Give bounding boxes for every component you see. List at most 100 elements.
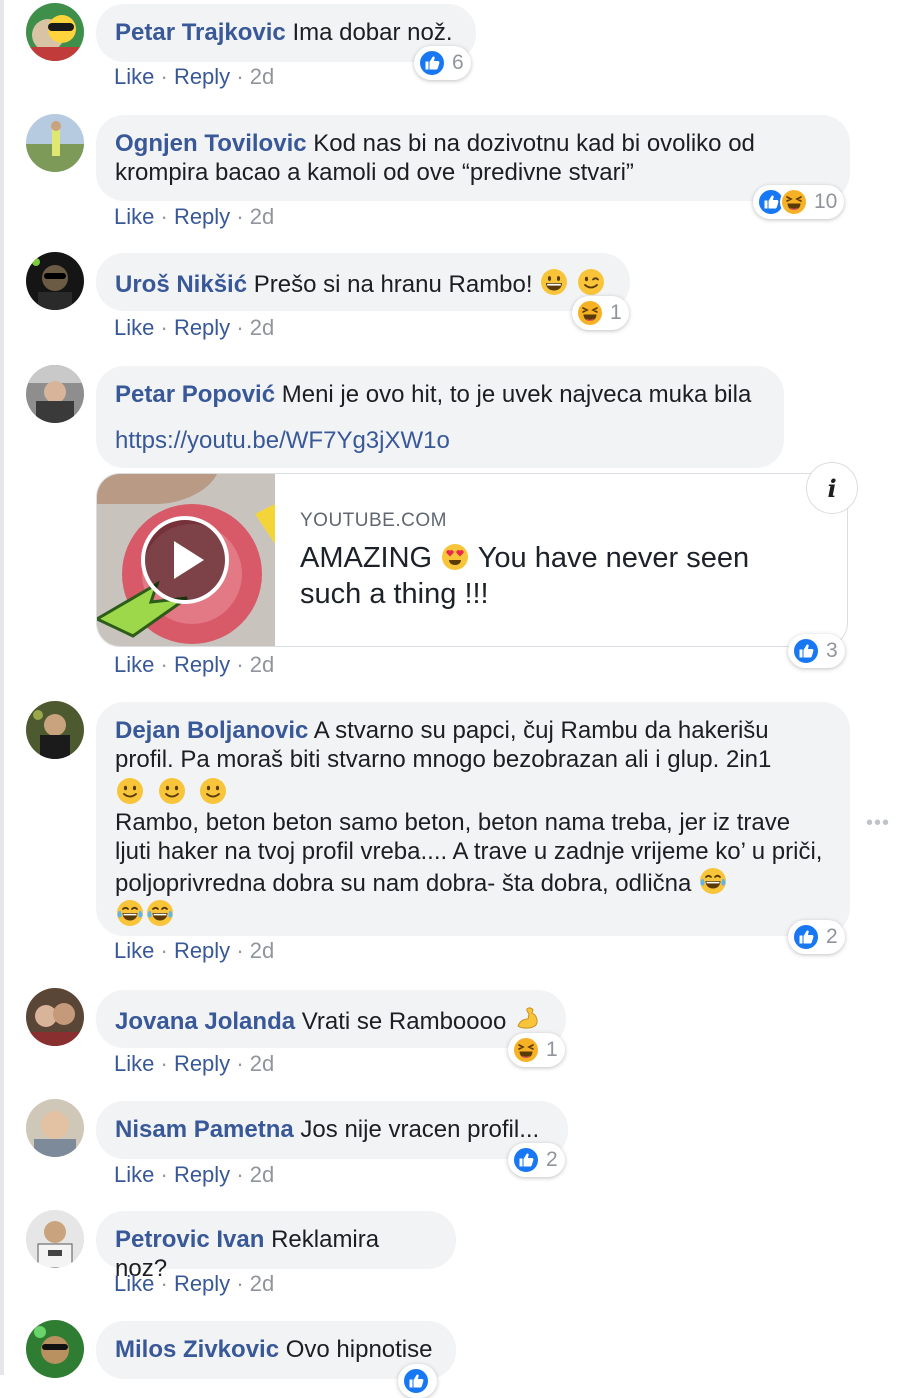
comment-bubble: Jovana Jolanda Vrati se Ramboooo	[96, 990, 566, 1048]
reply-link[interactable]: Reply	[174, 1271, 230, 1296]
left-border	[0, 0, 4, 1375]
like-link[interactable]: Like	[114, 1051, 154, 1076]
comment-author[interactable]: Petar Popović	[115, 381, 275, 408]
separator-dot: ·	[160, 1051, 168, 1076]
separator-dot: ·	[236, 938, 244, 963]
reaction-count: 1	[610, 301, 622, 324]
like-link[interactable]: Like	[114, 315, 154, 340]
comment-text: Ovo hipnotise	[285, 1336, 433, 1363]
reaction-count: 2	[826, 925, 838, 948]
comment-author[interactable]: Jovana Jolanda	[115, 1008, 295, 1035]
preview-title[interactable]: AMAZING You have never seen such a thing…	[300, 540, 800, 612]
comment-text: Vrati se Ramboooo	[301, 1008, 507, 1035]
comment-text: Meni je ovo hit, to je uvek najveca muka…	[281, 381, 752, 408]
avatar-dejan-boljanovic[interactable]	[26, 701, 84, 759]
avatar-petar-popovic[interactable]	[26, 365, 84, 423]
reaction-summary[interactable]: 3	[788, 634, 845, 668]
reply-link[interactable]: Reply	[174, 652, 230, 677]
timestamp[interactable]: 2d	[250, 938, 274, 963]
comment-bubble: Petrovic Ivan Reklamira noz?	[96, 1211, 456, 1282]
separator-dot: ·	[160, 1271, 168, 1296]
like-reaction-icon	[402, 1367, 430, 1395]
reaction-summary[interactable]: 6	[414, 46, 471, 80]
comment-actions: Like · Reply · 2d	[114, 204, 274, 230]
reaction-count: 6	[452, 51, 464, 74]
reply-link[interactable]: Reply	[174, 1162, 230, 1187]
separator-dot: ·	[236, 1271, 244, 1296]
reply-link[interactable]: Reply	[174, 204, 230, 229]
joy-emoji-icon	[698, 866, 728, 896]
like-link[interactable]: Like	[114, 1162, 154, 1187]
comment-bubble: Petar Popović Meni je ovo hit, to je uve…	[96, 366, 784, 468]
smiling-emoji-icon	[198, 776, 228, 806]
comment-actions: Like · Reply · 2d	[114, 1051, 274, 1077]
comment-link[interactable]: https://youtu.be/WF7Yg3jXW1o	[115, 426, 450, 455]
flexed-bicep-emoji-icon	[513, 1004, 543, 1034]
haha-reaction-icon	[780, 188, 808, 216]
like-link[interactable]: Like	[114, 938, 154, 963]
timestamp[interactable]: 2d	[250, 315, 274, 340]
timestamp[interactable]: 2d	[250, 64, 274, 89]
timestamp[interactable]: 2d	[250, 652, 274, 677]
reaction-summary[interactable]: 10	[753, 185, 845, 219]
reaction-count: 1	[546, 1038, 558, 1061]
comment-author[interactable]: Uroš Nikšić	[115, 271, 247, 298]
reply-link[interactable]: Reply	[174, 64, 230, 89]
separator-dot: ·	[160, 315, 168, 340]
reaction-count: 10	[814, 190, 838, 213]
separator-dot: ·	[236, 1051, 244, 1076]
separator-dot: ·	[160, 652, 168, 677]
separator-dot: ·	[236, 652, 244, 677]
comment-author[interactable]: Dejan Boljanovic	[115, 717, 308, 744]
comment-author[interactable]: Nisam Pametna	[115, 1116, 294, 1143]
comment-bubble: Uroš Nikšić Prešo si na hranu Rambo!	[96, 253, 630, 311]
comment-author[interactable]: Petrovic Ivan	[115, 1226, 264, 1253]
comment-author[interactable]: Ognjen Tovilovic	[115, 130, 307, 157]
separator-dot: ·	[236, 1162, 244, 1187]
separator-dot: ·	[160, 938, 168, 963]
timestamp[interactable]: 2d	[250, 204, 274, 229]
reaction-summary[interactable]: 1	[572, 296, 629, 330]
like-reaction-icon	[512, 1146, 540, 1174]
link-preview-card[interactable]: YOUTUBE.COM AMAZING You have never seen …	[96, 473, 848, 647]
reply-link[interactable]: Reply	[174, 1051, 230, 1076]
like-reaction-icon	[792, 637, 820, 665]
avatar-uros-niksic[interactable]	[26, 252, 84, 310]
comment-bubble: Ognjen Tovilovic Kod nas bi na dozivotnu…	[96, 115, 850, 201]
reaction-summary[interactable]	[398, 1364, 437, 1398]
reaction-summary[interactable]: 1	[508, 1033, 565, 1067]
reaction-summary[interactable]: 2	[788, 920, 845, 954]
timestamp[interactable]: 2d	[250, 1051, 274, 1076]
timestamp[interactable]: 2d	[250, 1271, 274, 1296]
haha-reaction-icon	[576, 299, 604, 327]
comment-author[interactable]: Milos Zivkovic	[115, 1336, 279, 1363]
video-thumbnail[interactable]	[97, 474, 275, 646]
reaction-summary[interactable]: 2	[508, 1143, 565, 1177]
comment-actions: Like · Reply · 2d	[114, 315, 274, 341]
like-reaction-icon	[792, 923, 820, 951]
reply-link[interactable]: Reply	[174, 938, 230, 963]
haha-reaction-icon	[512, 1036, 540, 1064]
comment-author[interactable]: Petar Trajkovic	[115, 19, 286, 46]
avatar-milos-zivkovic[interactable]	[26, 1320, 84, 1378]
comment-text: Jos nije vracen profil...	[300, 1116, 540, 1143]
avatar-jovana-jolanda[interactable]	[26, 988, 84, 1046]
smiling-emoji-icon	[115, 776, 145, 806]
like-link[interactable]: Like	[114, 652, 154, 677]
avatar-ognjen-tovilovic[interactable]	[26, 114, 84, 172]
comment-bubble: Dejan Boljanovic A stvarno su papci, čuj…	[96, 702, 850, 936]
reply-link[interactable]: Reply	[174, 315, 230, 340]
avatar-petar-trajkovic[interactable]	[26, 3, 84, 61]
timestamp[interactable]: 2d	[250, 1162, 274, 1187]
like-link[interactable]: Like	[114, 64, 154, 89]
avatar-nisam-pametna[interactable]	[26, 1099, 84, 1157]
more-options-icon[interactable]: •••	[866, 812, 890, 835]
info-icon[interactable]: i	[806, 462, 858, 514]
winking-emoji-icon	[576, 267, 606, 297]
joy-emoji-icon	[115, 898, 145, 928]
like-link[interactable]: Like	[114, 1271, 154, 1296]
avatar-petrovic-ivan[interactable]	[26, 1210, 84, 1268]
joy-emoji-icon	[145, 898, 175, 928]
comment-actions: Like · Reply · 2d	[114, 64, 274, 90]
like-link[interactable]: Like	[114, 204, 154, 229]
